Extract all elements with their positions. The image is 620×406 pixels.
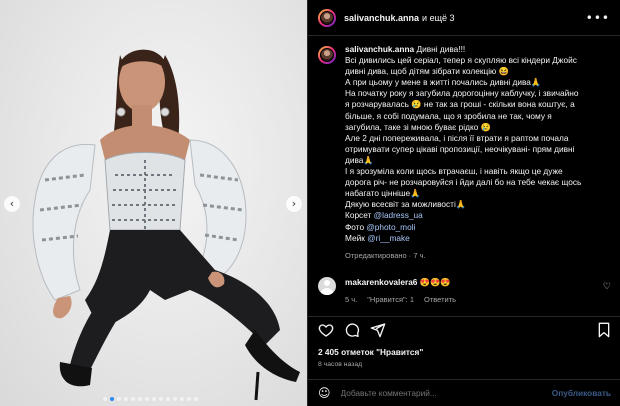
comment-item: makarenkovalera6 😍😍😍 5 ч. "Нравится": 1 … [318, 276, 611, 304]
carousel-dots [103, 397, 198, 401]
commenter-username[interactable]: makarenkovalera6 [345, 277, 417, 287]
carousel-dot [152, 397, 156, 401]
author-username[interactable]: salivanchuk.anna [344, 13, 419, 23]
carousel-dot [187, 397, 191, 401]
comment-meta: 5 ч. "Нравится": 1 Ответить [345, 295, 456, 304]
credit-label: Мейк [345, 232, 365, 243]
caption-line: Дякую всесвіт за можливості🙏 [345, 199, 467, 210]
photo-illustration [32, 49, 300, 401]
more-options-icon[interactable]: ••• [586, 11, 610, 25]
comment-like-heart-icon[interactable]: ♡ [603, 281, 611, 292]
post-header: salivanchuk.anna и ещё 3 ••• [308, 0, 620, 36]
add-comment-bar: ☺ Опубликовать [308, 379, 620, 406]
post-actions: 2 405 отметок "Нравится" 8 часов назад [308, 316, 620, 368]
chevron-right-icon: › [291, 197, 297, 210]
commenter-avatar[interactable] [318, 276, 336, 295]
comment-text: 😍😍😍 [419, 276, 451, 287]
credit-tag-link[interactable]: @ladress_ua [374, 210, 423, 220]
credit-tag-link[interactable]: @photo_moli [366, 222, 415, 232]
action-icons [318, 317, 611, 343]
credit-label: Корсет [345, 210, 372, 221]
credit-tag-link[interactable]: @ri__make [367, 233, 410, 243]
caption-line: дива🙏 [345, 154, 374, 165]
chevron-left-icon: ‹ [9, 197, 15, 210]
carousel-dot [166, 397, 170, 401]
carousel-dot [159, 397, 163, 401]
credit-label: Фото [345, 221, 365, 232]
bookmark-save-icon[interactable] [597, 322, 611, 338]
previous-slide-button[interactable]: ‹ [4, 196, 20, 212]
caption-author-avatar[interactable] [318, 46, 336, 64]
next-slide-button[interactable]: › [286, 196, 302, 212]
carousel-dot [110, 397, 114, 401]
likes-count[interactable]: 2 405 отметок "Нравится" [318, 347, 611, 357]
credit-line: Фото @photo_moli [345, 222, 611, 233]
comments-section[interactable]: salivanchuk.anna Дивні дива!!! Всі дивил… [308, 36, 620, 316]
caption-line: Всі дивились цей серіал, тепер я скупляю… [345, 55, 577, 66]
caption-line: загубила, таке зі мною буває рідко 😢 [345, 121, 491, 132]
carousel-dot [138, 397, 142, 401]
carousel-dot [173, 397, 177, 401]
publish-comment-button[interactable]: Опубликовать [552, 388, 611, 398]
post-details-panel: salivanchuk.anna и ещё 3 ••• salivanchuk… [307, 0, 620, 406]
credit-line: Мейк @ri__make [345, 233, 611, 244]
coauthors-link[interactable]: и ещё 3 [422, 13, 454, 23]
carousel-dot [131, 397, 135, 401]
carousel-dot [124, 397, 128, 401]
caption-line: На початку року я загубила дорогоцінну к… [345, 88, 579, 99]
carousel-dot [117, 397, 121, 401]
comment-likes-link[interactable]: "Нравится": 1 [367, 295, 414, 304]
post-caption: salivanchuk.anna Дивні дива!!! Всі дивил… [318, 44, 611, 261]
emoji-picker-icon[interactable]: ☺ [318, 386, 331, 400]
caption-line: дорога річ- не розчаровуйся і йди далі б… [345, 177, 582, 188]
author-avatar[interactable] [318, 8, 336, 27]
comment-time: 5 ч. [345, 294, 358, 304]
caption-body: salivanchuk.anna Дивні дива!!! Всі дивил… [345, 44, 611, 261]
caption-line-0: Дивні дива!!! [416, 44, 466, 54]
caption-line: набагато цінніше🙏 [345, 188, 421, 199]
carousel-dot [145, 397, 149, 401]
caption-meta: Отредактировано · 7 ч. [345, 250, 426, 260]
comment-body: makarenkovalera6 😍😍😍 5 ч. "Нравится": 1 … [345, 277, 456, 304]
caption-line: І я зрозуміла коли щось втрачаєш, і наві… [345, 166, 563, 177]
post-time[interactable]: 8 часов назад [318, 361, 611, 368]
caption-line: А при цьому у мене в житті почались дивн… [345, 77, 542, 88]
post-photo[interactable]: ‹ › [0, 0, 307, 406]
comment-bubble-icon[interactable] [344, 322, 360, 338]
caption-line: Але 2 дні попереживала, і після її втрат… [345, 132, 569, 143]
comment-input[interactable] [340, 388, 552, 398]
carousel-dot [180, 397, 184, 401]
like-heart-icon[interactable] [318, 322, 334, 338]
carousel-dot [194, 397, 198, 401]
caption-username[interactable]: salivanchuk.anna [345, 44, 414, 54]
caption-line: більше, я собі подумала, що я зробила не… [345, 110, 552, 121]
caption-line: я розчарувалась 😢 не так за гроші - скіл… [345, 99, 575, 110]
share-send-icon[interactable] [370, 322, 386, 338]
comment-reply-link[interactable]: Ответить [424, 295, 456, 304]
carousel-dot [103, 397, 107, 401]
credit-line: Корсет @ladress_ua [345, 210, 611, 221]
caption-line: дивні дива, щоб дітям зібрати колекцію 😆 [345, 66, 509, 77]
caption-line: отримувати супер цікаві пропозиції, неоч… [345, 143, 575, 154]
